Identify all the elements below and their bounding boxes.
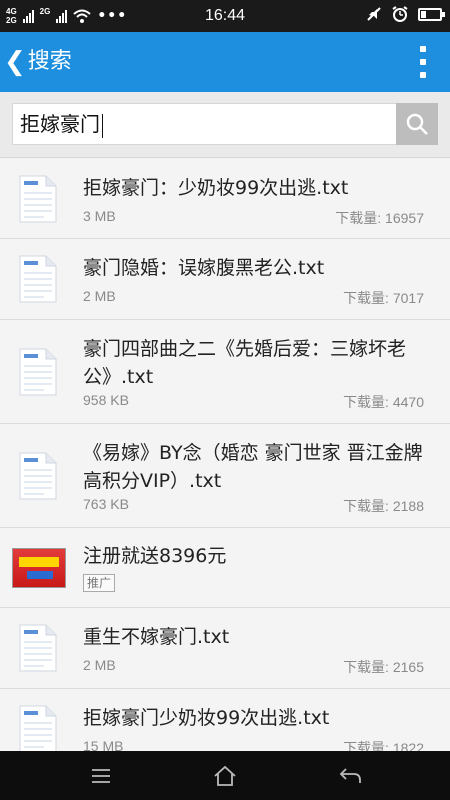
status-right — [366, 6, 445, 22]
txt-file-icon — [19, 255, 57, 303]
txt-file-icon — [19, 452, 57, 500]
search-bar: 拒嫁豪门 — [0, 92, 450, 158]
ad-image — [12, 548, 66, 588]
chevron-left-icon: ❮ — [4, 47, 26, 77]
result-downloads: 下载量: 2188 — [343, 498, 424, 514]
text-cursor — [102, 113, 103, 138]
result-title: 豪门隐婚：误嫁腹黑老公.txt — [83, 257, 325, 279]
back-button[interactable]: ❮ 搜索 — [4, 46, 72, 78]
result-downloads: 下载量: 4470 — [343, 394, 424, 410]
result-downloads: 下载量: 7017 — [343, 290, 424, 306]
page-title: 搜索 — [27, 49, 72, 74]
ad-title: 注册就送8396元 — [83, 545, 227, 567]
txt-file-icon — [19, 624, 57, 672]
status-bar: 4G 2G 2G ••• 16:44 — [0, 0, 450, 32]
back-arrow-icon[interactable] — [337, 763, 363, 789]
txt-file-icon — [19, 705, 57, 751]
search-input-value: 拒嫁豪门 — [20, 112, 100, 136]
search-input[interactable]: 拒嫁豪门 — [12, 103, 396, 145]
ad-item[interactable]: 注册就送8396元 推广 — [0, 528, 450, 608]
result-title: 拒嫁豪门少奶妆99次出逃.txt — [83, 707, 330, 729]
more-menu-button[interactable] — [418, 46, 428, 78]
result-size: 763 KB — [83, 496, 129, 512]
results-list: 拒嫁豪门：少奶妆99次出逃.txt 3 MB 下载量: 16957 豪门隐婚：误… — [0, 159, 450, 751]
home-icon[interactable] — [212, 763, 238, 789]
search-button[interactable] — [396, 103, 438, 145]
txt-file-icon — [19, 348, 57, 396]
more-dot — [420, 59, 426, 65]
result-item[interactable]: 豪门隐婚：误嫁腹黑老公.txt 2 MB 下载量: 7017 — [0, 239, 450, 320]
result-item[interactable]: 豪门四部曲之二《先婚后爱：三嫁坏老公》.txt 958 KB 下载量: 4470 — [0, 320, 450, 424]
result-size: 2 MB — [83, 288, 116, 304]
txt-file-icon — [19, 175, 57, 223]
app-header: ❮ 搜索 — [0, 32, 450, 92]
result-downloads: 下载量: 2165 — [343, 659, 424, 675]
result-size: 3 MB — [83, 208, 116, 224]
result-downloads: 下载量: 1822 — [343, 740, 424, 751]
result-size: 958 KB — [83, 392, 129, 408]
more-dot — [420, 46, 426, 52]
result-title: 豪门四部曲之二《先婚后爱：三嫁坏老公》.txt — [83, 338, 407, 388]
more-dot — [420, 72, 426, 78]
result-title: 《易嫁》BY念（婚恋 豪门世家 晋江金牌高积分VIP）.txt — [83, 442, 423, 492]
promo-badge: 推广 — [83, 574, 116, 592]
result-item[interactable]: 拒嫁豪门：少奶妆99次出逃.txt 3 MB 下载量: 16957 — [0, 159, 450, 239]
search-icon — [406, 113, 428, 135]
menu-icon[interactable] — [88, 763, 114, 789]
mute-icon — [367, 7, 381, 21]
alarm-icon — [392, 6, 408, 22]
result-title: 重生不嫁豪门.txt — [83, 626, 230, 648]
result-size: 2 MB — [83, 657, 116, 673]
result-item[interactable]: 《易嫁》BY念（婚恋 豪门世家 晋江金牌高积分VIP）.txt 763 KB 下… — [0, 424, 450, 528]
result-item[interactable]: 拒嫁豪门少奶妆99次出逃.txt 15 MB 下载量: 1822 — [0, 689, 450, 751]
result-title: 拒嫁豪门：少奶妆99次出逃.txt — [83, 177, 349, 199]
system-nav-bar — [0, 751, 450, 800]
result-downloads: 下载量: 16957 — [335, 210, 424, 226]
battery-icon — [418, 7, 445, 21]
result-size: 15 MB — [83, 738, 124, 751]
result-item[interactable]: 重生不嫁豪门.txt 2 MB 下载量: 2165 — [0, 608, 450, 689]
